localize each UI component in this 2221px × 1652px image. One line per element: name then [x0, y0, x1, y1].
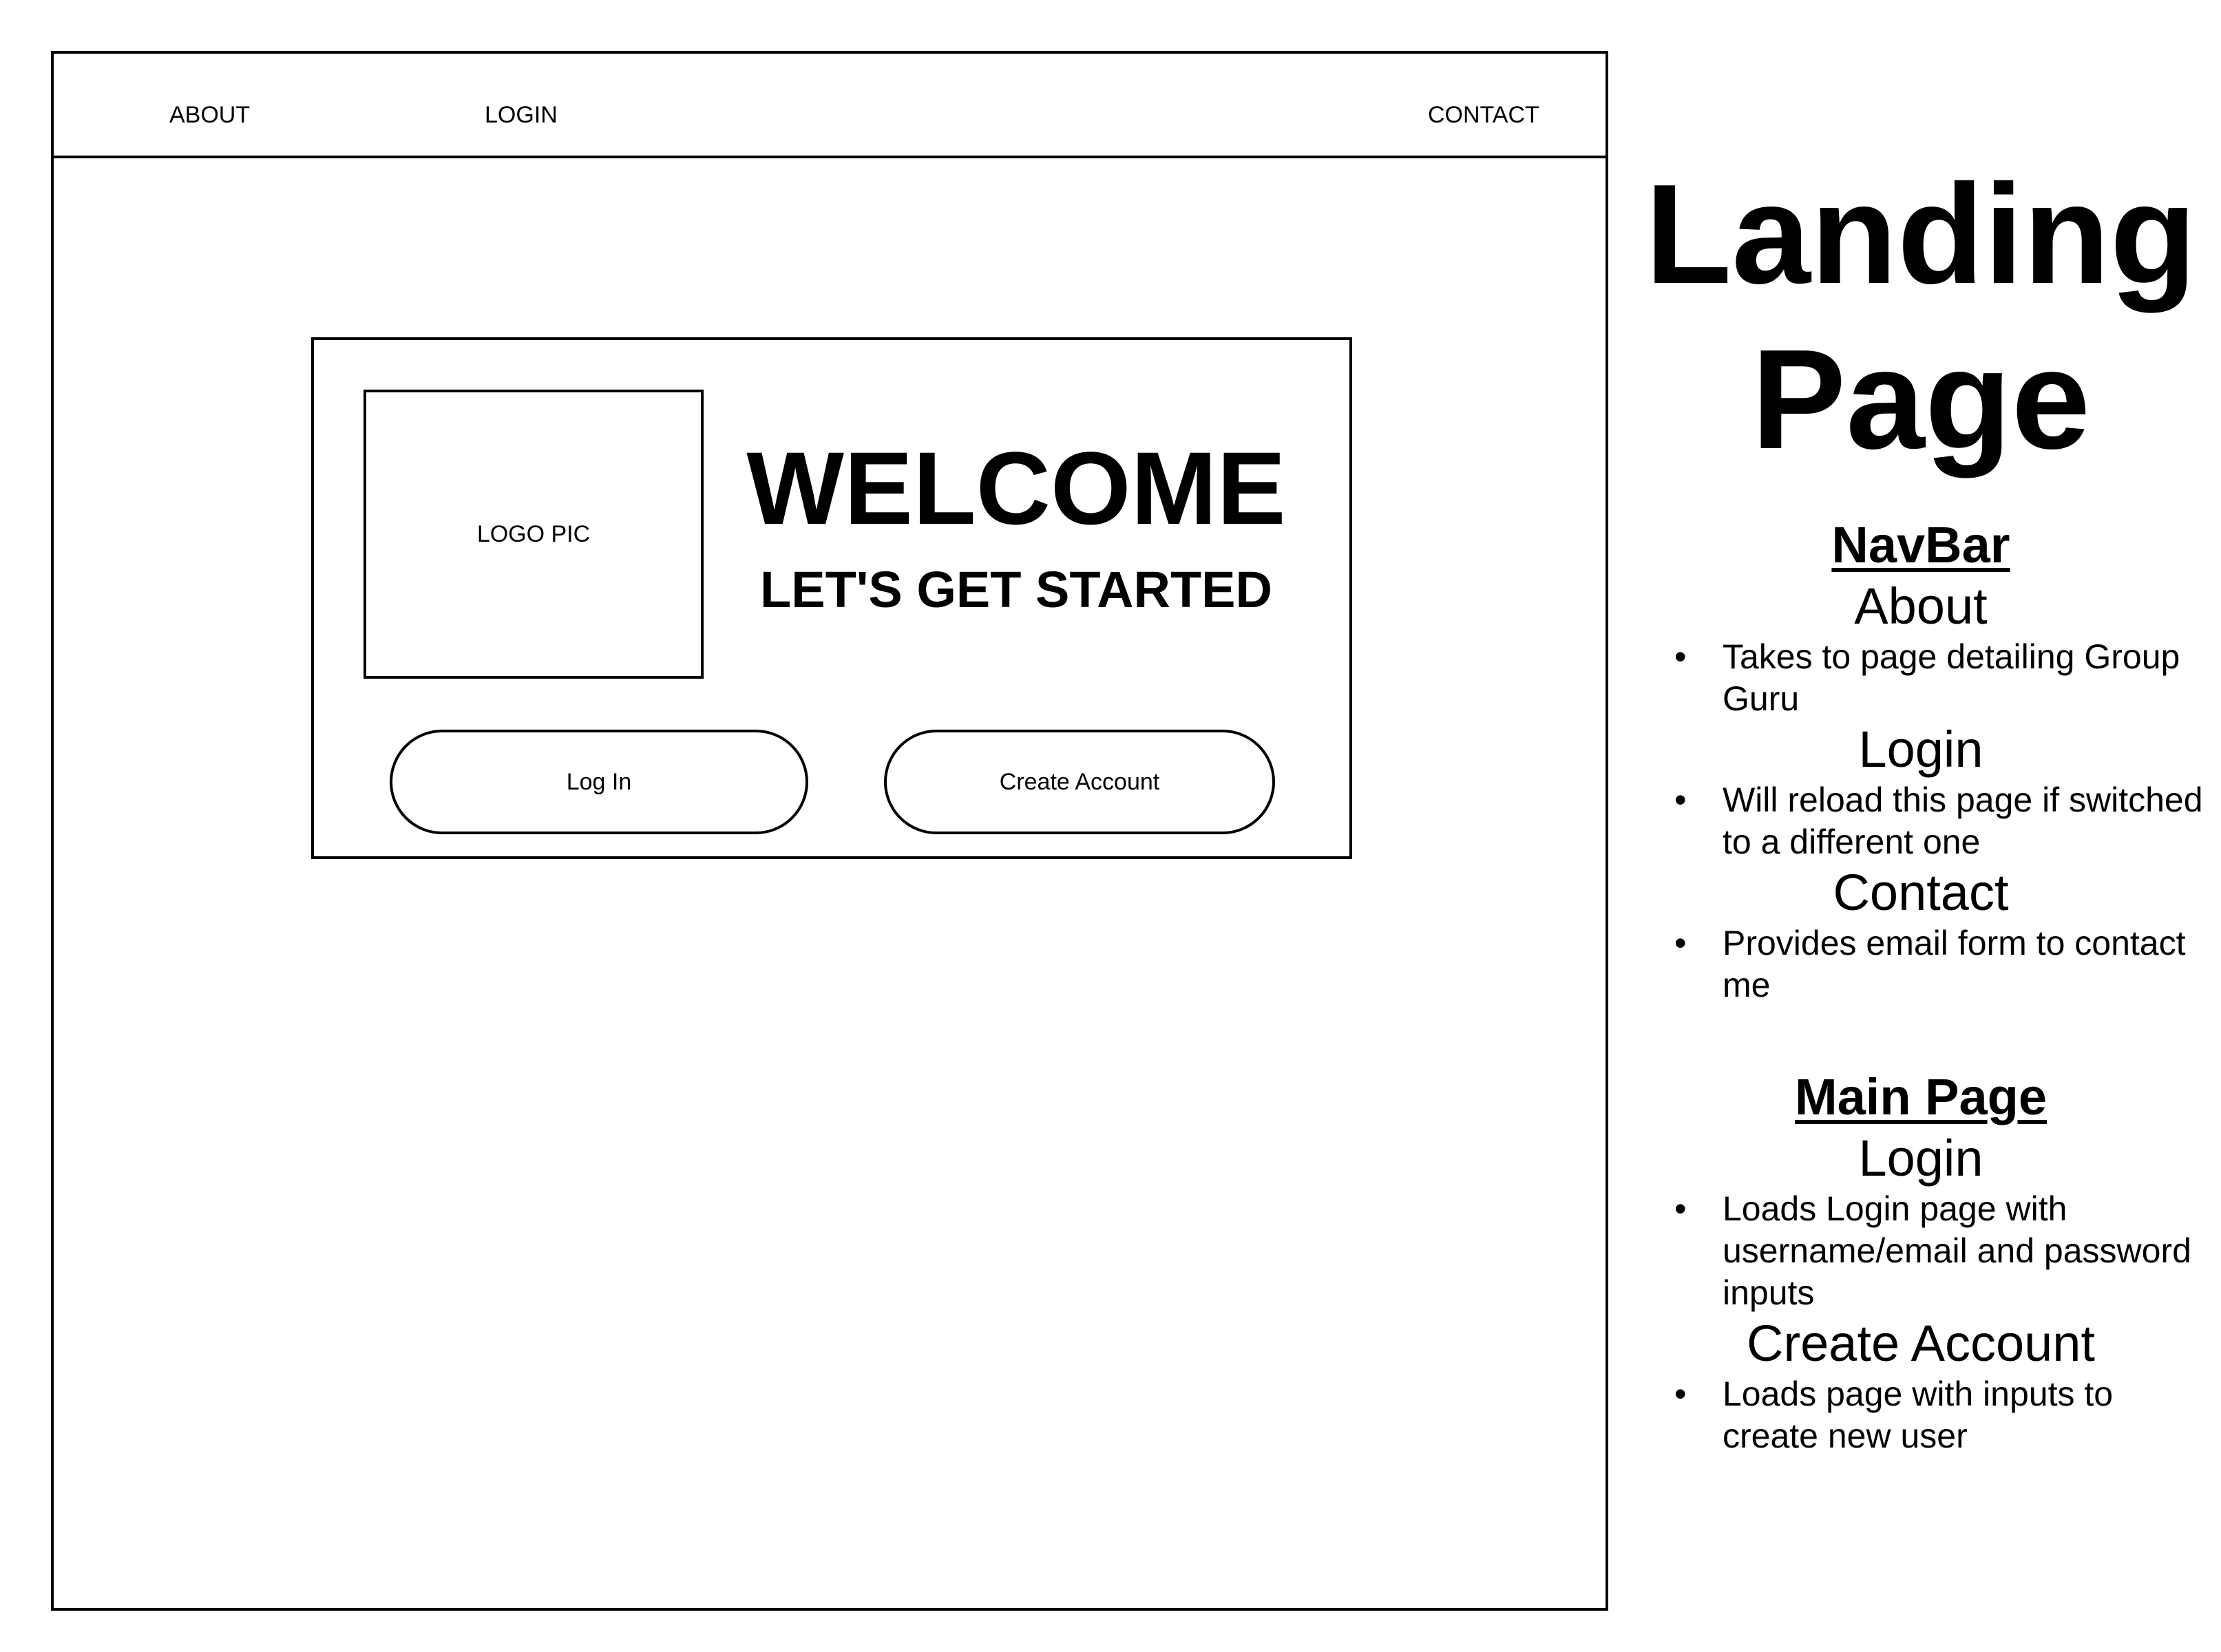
main-login-bullet: • Loads Login page with username/email an…	[1639, 1188, 2203, 1314]
bullet-icon: •	[1674, 1375, 1687, 1413]
navbar-about-bullet-text: Takes to page detailing Group Guru	[1723, 637, 2180, 718]
welcome-title: WELCOME	[746, 430, 1286, 546]
logo-placeholder-label: LOGO PIC	[476, 520, 591, 547]
bullet-icon: •	[1674, 637, 1687, 676]
main-login-bullet-text: Loads Login page with username/email and…	[1723, 1189, 2191, 1312]
wireframe-frame: ABOUT LOGIN CONTACT LOGO PIC WELCOME LET…	[51, 51, 1608, 1611]
login-button-label: Log In	[566, 768, 632, 795]
bullet-icon: •	[1674, 924, 1687, 962]
bullet-icon: •	[1674, 1189, 1687, 1228]
navbar-contact-heading: Contact	[1833, 864, 2009, 921]
logo-placeholder: LOGO PIC	[364, 390, 704, 679]
main-create-account-bullet-text: Loads page with inputs to create new use…	[1723, 1375, 2114, 1455]
annotation-notes: Landing Page NavBar About • Takes to page…	[1639, 151, 2203, 1457]
login-button[interactable]: Log In	[390, 730, 808, 834]
navbar-section-heading: NavBar	[1831, 516, 2010, 573]
nav-contact-link[interactable]: CONTACT	[1428, 103, 1539, 127]
welcome-subtitle: LET'S GET STARTED	[760, 561, 1272, 618]
main-create-account-bullet: • Loads page with inputs to create new us…	[1639, 1373, 2203, 1457]
navbar-contact-bullet-text: Provides email form to contact me	[1723, 924, 2186, 1004]
create-account-button-label: Create Account	[999, 768, 1160, 795]
navbar-about-heading: About	[1854, 578, 1988, 635]
navbar-contact-bullet: • Provides email form to contact me	[1639, 922, 2203, 1006]
bullet-icon: •	[1674, 781, 1687, 819]
notes-title-line-1: Landing	[1645, 155, 2197, 313]
navbar: ABOUT LOGIN CONTACT	[54, 54, 1606, 158]
welcome-card: LOGO PIC WELCOME LET'S GET STARTED Log I…	[311, 337, 1352, 859]
navbar-login-bullet-text: Will reload this page if switched to a d…	[1723, 781, 2203, 861]
main-create-account-heading: Create Account	[1747, 1315, 2095, 1372]
nav-login-link[interactable]: LOGIN	[485, 103, 558, 127]
navbar-login-heading: Login	[1858, 721, 1983, 778]
create-account-button[interactable]: Create Account	[884, 730, 1275, 834]
navbar-about-bullet: • Takes to page detailing Group Guru	[1639, 636, 2203, 720]
notes-title-line-2: Page	[1751, 320, 2091, 478]
nav-about-link[interactable]: ABOUT	[169, 103, 250, 127]
main-login-heading: Login	[1858, 1130, 1983, 1187]
navbar-login-bullet: • Will reload this page if switched to a …	[1639, 779, 2203, 863]
main-page-section-heading: Main Page	[1795, 1068, 2047, 1125]
